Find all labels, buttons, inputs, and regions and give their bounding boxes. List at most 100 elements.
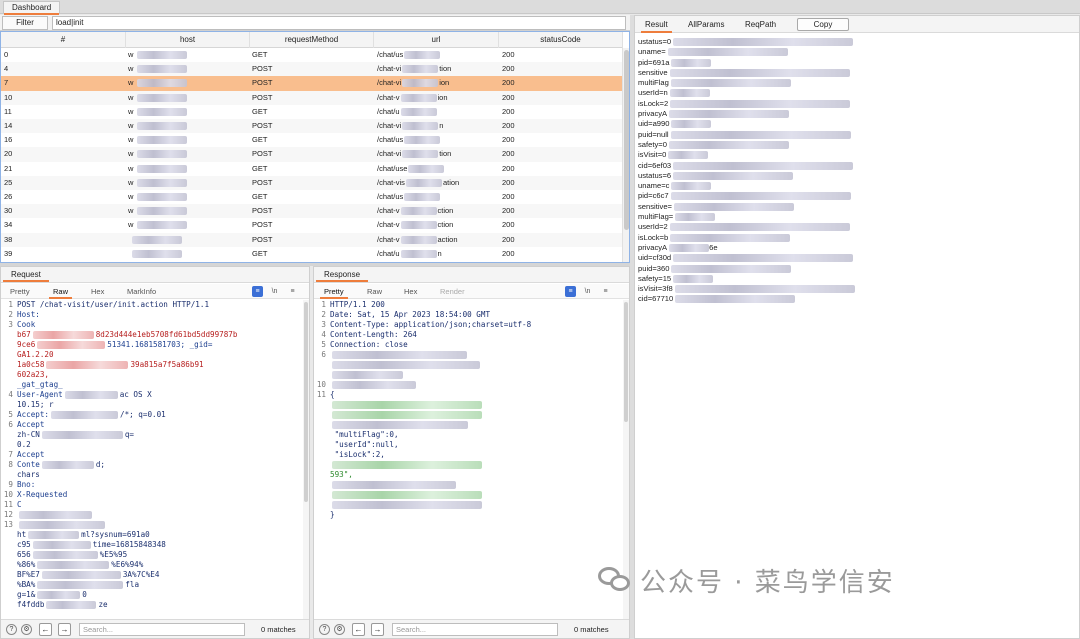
redacted-text	[46, 601, 97, 609]
tab-raw[interactable]: Raw	[48, 284, 73, 299]
copy-button[interactable]: Copy	[797, 18, 849, 31]
cell-host: w	[128, 62, 248, 76]
redacted-text	[64, 391, 118, 399]
code-line: 3 Cook	[8, 320, 36, 329]
cell-url: /chat/us	[377, 48, 497, 62]
tab-raw[interactable]: Raw	[367, 284, 382, 299]
code-line: 10	[314, 380, 629, 390]
result-pane: Result AllParams ReqPath Copy ustatus=0 u…	[634, 15, 1080, 639]
redacted-text	[332, 351, 467, 359]
table-row[interactable]: 11 w GET/chat/u 200	[1, 105, 623, 119]
code-line: chars	[17, 470, 40, 479]
tab-result[interactable]: Result	[641, 16, 672, 33]
table-row[interactable]: 26 w GET/chat/us 200	[1, 190, 623, 204]
tab-dashboard[interactable]: Dashboard	[3, 1, 61, 15]
table-row[interactable]: 4 w POST/chat-vi tion 200	[1, 62, 623, 77]
result-line: sensitive	[638, 68, 1079, 78]
tab-render[interactable]: Render	[440, 284, 465, 299]
result-line: pid=691a	[638, 58, 1079, 68]
newline-icon[interactable]: \n	[582, 286, 593, 297]
filter-input[interactable]: load|init	[52, 16, 626, 30]
cell-status: 200	[502, 192, 515, 201]
prev-arrow-icon[interactable]: ←	[39, 623, 52, 636]
code-line: g=1& 0	[17, 590, 87, 599]
code-line: 9ce6 51341.1681581703; _gid=	[17, 340, 213, 349]
response-footer: ? ⚙ ← → Search... 0 matches	[314, 619, 629, 638]
redacted-text	[32, 551, 98, 559]
code-line: }	[330, 510, 335, 519]
gear-icon[interactable]: ⚙	[334, 624, 345, 635]
tab-pretty[interactable]: Pretty	[10, 284, 30, 299]
result-line: isLock=2	[638, 99, 1079, 109]
code-line	[314, 480, 629, 490]
tab-markinfo[interactable]: MarkInfo	[127, 284, 156, 299]
redacted-text	[137, 79, 188, 88]
table-row[interactable]: 25 w POST/chat-vis ation 200	[1, 175, 623, 190]
help-icon[interactable]: ?	[6, 624, 17, 635]
menu-icon[interactable]: ≡	[600, 286, 611, 297]
table-header: # host requestMethod url statusCode	[1, 32, 623, 48]
cell-id: 38	[4, 234, 13, 244]
gear-icon[interactable]: ⚙	[21, 624, 32, 635]
request-match-count: 0 matches	[261, 625, 296, 634]
code-line: BF%E7 3A%7C%E4	[17, 570, 160, 579]
cell-url: /chat-vi ion	[377, 78, 450, 88]
response-search-input[interactable]: Search...	[392, 623, 558, 636]
tab-allparams[interactable]: AllParams	[688, 16, 724, 33]
table-row[interactable]: 16 w GET/chat/us 200	[1, 133, 623, 147]
cell-method: GET	[252, 163, 268, 173]
next-arrow-icon[interactable]: →	[371, 623, 384, 636]
help-icon[interactable]: ?	[319, 624, 330, 635]
tab-pretty[interactable]: Pretty	[320, 284, 348, 299]
cell-host: w	[128, 218, 248, 232]
result-text[interactable]: ustatus=0 uname= pid=691a sensitive multiFla…	[638, 37, 1079, 305]
cell-url: /chat-v action	[377, 234, 458, 244]
table-row[interactable]: 14 w POST/chat-vi n 200	[1, 119, 623, 134]
table-row[interactable]: 34 w POST/chat-v ction 200	[1, 218, 623, 232]
col-header-status[interactable]: statusCode	[499, 32, 623, 48]
table-row[interactable]: 30 w POST/chat-v ction 200	[1, 204, 623, 219]
cell-status: 200	[502, 234, 515, 244]
newline-icon[interactable]: \n	[269, 286, 280, 297]
table-scrollbar[interactable]	[622, 48, 629, 262]
response-editor[interactable]: 1 HTTP/1.1 200 2 Date: Sat, 15 Apr 2023 18:…	[314, 300, 629, 619]
result-line: cid=6ef03	[638, 161, 1079, 171]
table-row[interactable]: 7 w POST/chat-vi ion 200	[1, 76, 623, 91]
request-search-input[interactable]: Search...	[79, 623, 245, 636]
table-row[interactable]: 21 w GET/chat/use 200	[1, 162, 623, 176]
cell-method: GET	[252, 192, 268, 201]
next-arrow-icon[interactable]: →	[58, 623, 71, 636]
menu-icon[interactable]: ≡	[287, 286, 298, 297]
table-row[interactable]: 10 w POST/chat-v ion 200	[1, 90, 623, 105]
table-row[interactable]: 0 w GET/chat/us 200	[1, 48, 623, 62]
redacted-text	[137, 122, 188, 131]
col-header-id[interactable]: #	[1, 32, 126, 48]
result-line: ustatus=6	[638, 171, 1079, 181]
request-editor[interactable]: 1 POST /chat-visit/user/init.action HTTP/…	[1, 300, 309, 619]
tab-reqpath[interactable]: ReqPath	[745, 16, 776, 33]
col-header-method[interactable]: requestMethod	[250, 32, 374, 48]
response-pane-title[interactable]: Response	[316, 268, 369, 282]
redacted-text	[673, 254, 854, 263]
tab-hex[interactable]: Hex	[404, 284, 417, 299]
cell-id: 39	[4, 248, 13, 258]
table-row[interactable]: 39 GET/chat/u n 200	[1, 247, 623, 261]
table-row[interactable]: 20 w POST/chat-vi tion 200	[1, 147, 623, 162]
format-icon[interactable]: ≡	[565, 286, 576, 297]
code-line: 8 Conte d;	[8, 460, 106, 469]
redacted-text	[332, 491, 482, 499]
table-row[interactable]: 38 POST/chat-v action 200	[1, 232, 623, 247]
cell-method: POST	[252, 64, 273, 74]
format-icon[interactable]: ≡	[252, 286, 263, 297]
prev-arrow-icon[interactable]: ←	[352, 623, 365, 636]
result-line: multiFlag=	[638, 212, 1079, 222]
redacted-text	[673, 161, 854, 170]
redacted-text	[41, 461, 94, 469]
request-pane-title[interactable]: Request	[3, 268, 49, 282]
filter-button[interactable]: Filter	[2, 16, 48, 30]
tab-hex[interactable]: Hex	[91, 284, 104, 299]
col-header-host[interactable]: host	[126, 32, 250, 48]
cell-method: GET	[252, 50, 268, 59]
code-line	[314, 360, 629, 370]
col-header-url[interactable]: url	[374, 32, 499, 48]
